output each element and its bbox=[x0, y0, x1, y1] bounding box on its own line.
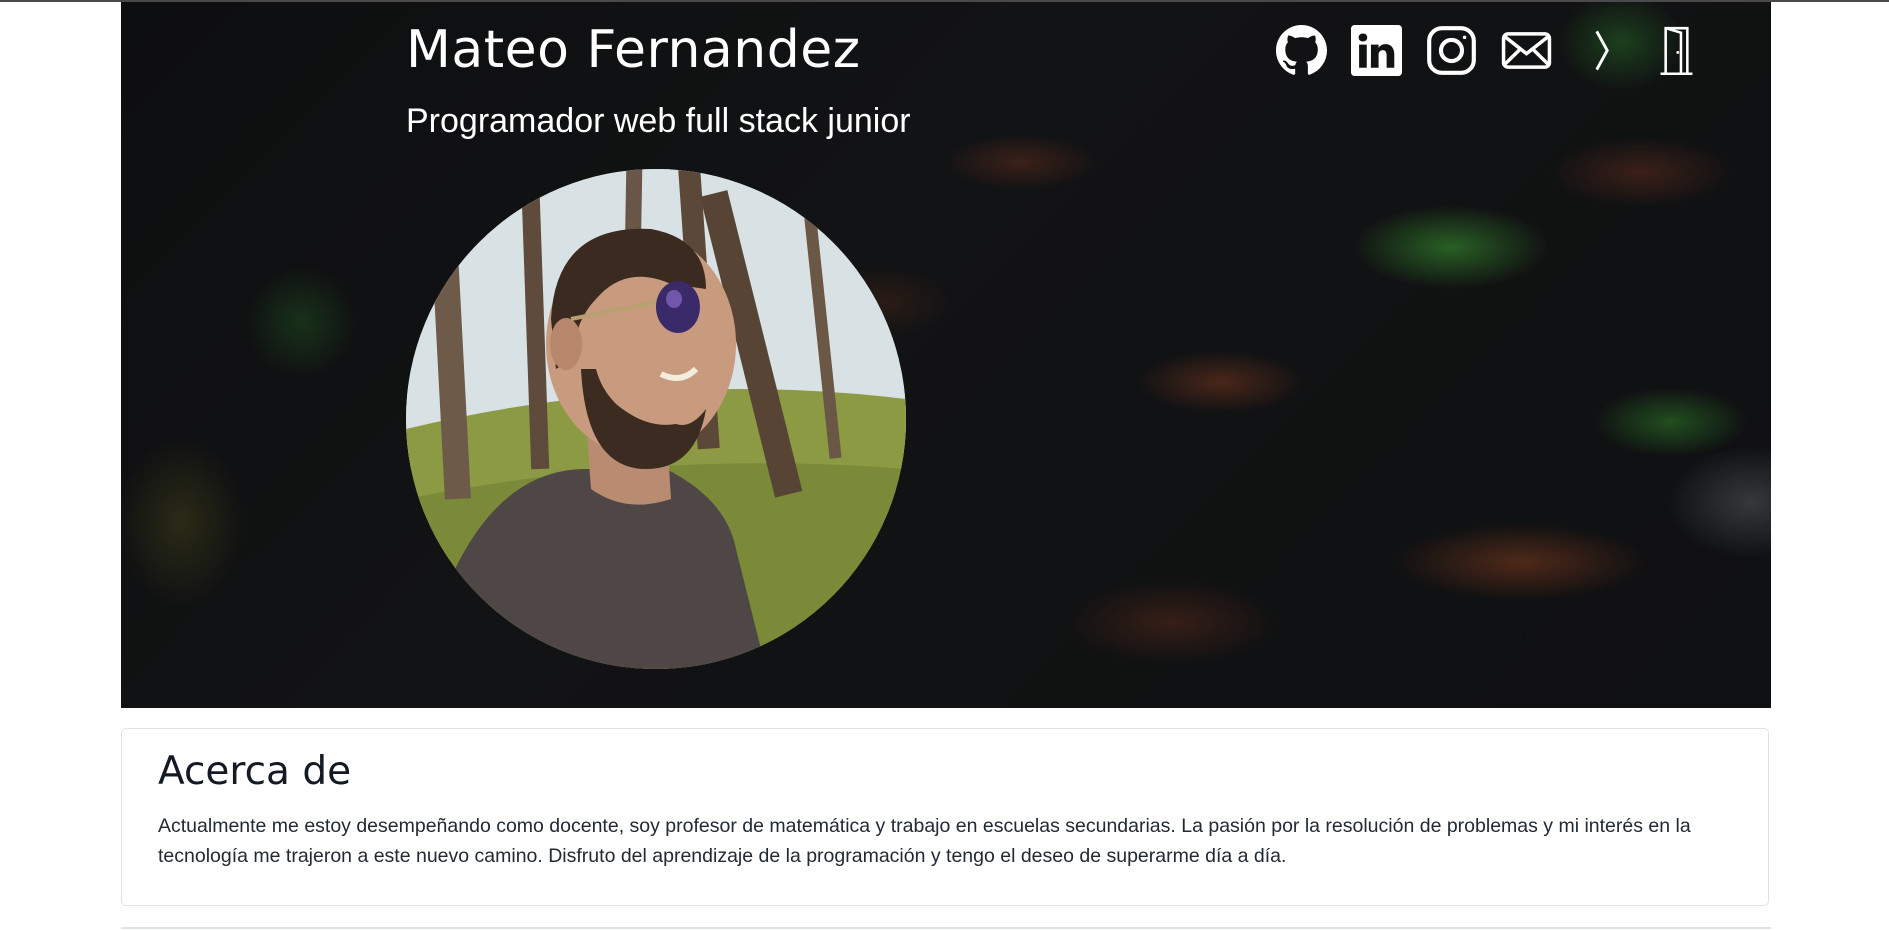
instagram-link[interactable] bbox=[1426, 25, 1477, 76]
github-icon bbox=[1276, 24, 1327, 75]
linkedin-icon bbox=[1351, 24, 1402, 76]
email-link[interactable] bbox=[1501, 25, 1552, 76]
about-card: Acerca de Actualmente me estoy desempeña… bbox=[121, 728, 1769, 906]
profile-photo bbox=[406, 169, 906, 669]
instagram-icon bbox=[1427, 25, 1476, 75]
next-section-border bbox=[121, 927, 1771, 929]
chevron-right-icon bbox=[1595, 30, 1609, 70]
mail-icon bbox=[1501, 31, 1552, 69]
profile-name: Mateo Fernandez bbox=[406, 20, 861, 80]
about-text: Actualmente me estoy desempeñando como d… bbox=[158, 815, 1691, 867]
door-icon bbox=[1660, 26, 1693, 75]
github-link[interactable] bbox=[1276, 24, 1327, 76]
linkedin-link[interactable] bbox=[1351, 24, 1402, 76]
next-link[interactable] bbox=[1576, 25, 1627, 76]
social-links bbox=[1276, 24, 1702, 76]
logout-link[interactable] bbox=[1651, 25, 1702, 76]
about-title: Acerca de bbox=[158, 749, 352, 794]
profile-subtitle: Programador web full stack junior bbox=[406, 102, 911, 140]
hero-banner: Mateo Fernandez Programador web full sta… bbox=[121, 2, 1771, 708]
